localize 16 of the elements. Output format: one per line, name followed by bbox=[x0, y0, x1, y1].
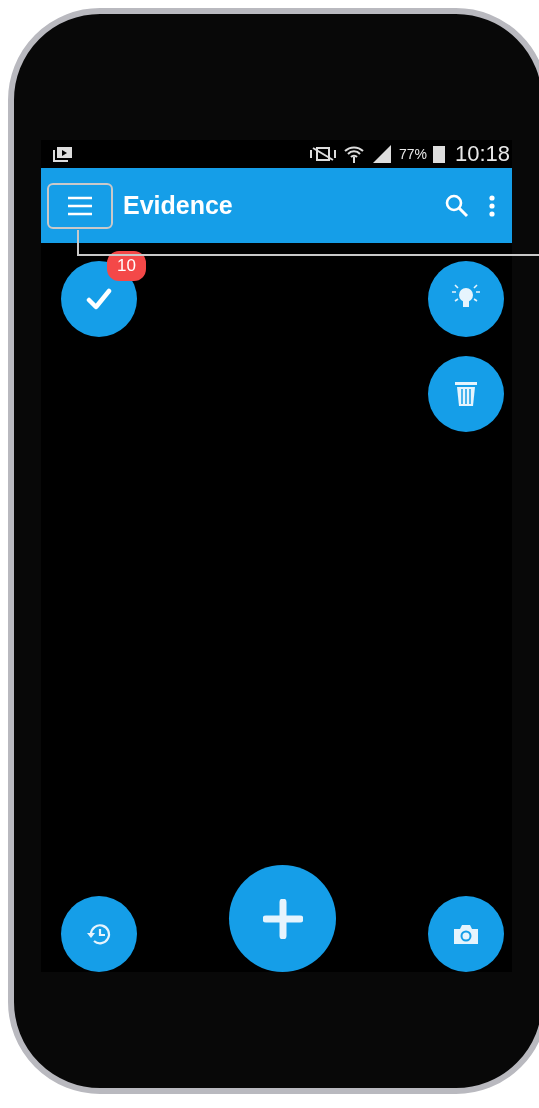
plus-icon bbox=[262, 898, 303, 939]
video-icon bbox=[53, 146, 73, 162]
menu-button[interactable] bbox=[47, 182, 113, 229]
history-icon bbox=[86, 921, 112, 947]
check-icon bbox=[86, 288, 112, 310]
more-icon bbox=[488, 193, 496, 218]
menu-icon bbox=[67, 195, 93, 216]
camera-icon bbox=[453, 924, 479, 944]
wifi-icon bbox=[342, 145, 365, 163]
battery-percent: 77% bbox=[398, 146, 427, 162]
vibrate-off-icon bbox=[308, 146, 337, 162]
clock-time: 10:18 bbox=[454, 141, 510, 167]
app-title: Evidence bbox=[123, 191, 234, 220]
battery-icon bbox=[432, 145, 445, 163]
count-badge: 10 bbox=[107, 251, 146, 281]
trash-icon bbox=[455, 381, 477, 407]
